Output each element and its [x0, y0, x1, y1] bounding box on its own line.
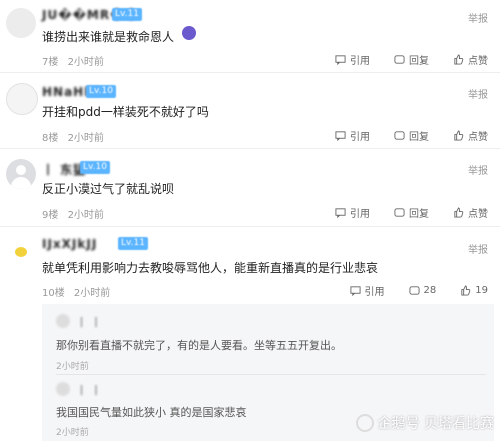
floor-number: 8楼 [42, 133, 59, 144]
floor-number: 7楼 [42, 57, 59, 68]
action-bar: 引用 回复 点赞 [335, 52, 488, 67]
like-label: 点赞 [468, 56, 488, 67]
level-badge: Lv.11 [118, 237, 148, 250]
avatar[interactable] [6, 83, 38, 115]
like-button[interactable]: 点赞 [453, 205, 488, 220]
timestamp: 2小时前 [67, 57, 104, 68]
quote-button[interactable]: 引用 [335, 128, 370, 143]
comment-meta: 8楼 2小时前 [42, 129, 110, 144]
comment-meta: 7楼 2小时前 [42, 53, 110, 68]
comment-meta: 9楼 2小时前 [42, 206, 110, 221]
username[interactable]: IJxXJkJJ [42, 237, 97, 251]
reply-timestamp: 2小时前 [56, 428, 89, 438]
reply-icon [394, 208, 405, 217]
level-badge: Lv.11 [112, 8, 142, 21]
reply-avatar[interactable] [56, 314, 70, 328]
comment-text: 谁捞出来谁就是救命恩人 [42, 30, 175, 44]
watermark: 企鹅号 贝塔看比赛 [355, 413, 494, 433]
avatar[interactable] [6, 8, 36, 38]
like-button[interactable]: 点赞 [453, 52, 488, 67]
quote-label: 引用 [350, 56, 370, 67]
quote-label: 引用 [350, 132, 370, 143]
reply-divider [56, 374, 486, 375]
quote-label: 引用 [350, 209, 370, 220]
comment-text: 开挂和pdd一样装死不就好了吗 [42, 105, 209, 119]
quote-button[interactable]: 引用 [349, 283, 385, 298]
comment-text: 反正小漠过气了就乱说呗 [42, 182, 175, 196]
reply-button[interactable]: 28 [408, 283, 437, 298]
reply-count: 28 [423, 285, 437, 296]
level-badge: Lv.10 [86, 85, 116, 98]
action-bar: 引用 回复 点赞 [335, 205, 488, 220]
like-button[interactable]: 19 [460, 283, 488, 298]
watermark-text: 企鹅号 贝塔看比赛 [377, 416, 494, 432]
reply-username[interactable]: 丨 丨 [76, 314, 102, 330]
floor-number: 9楼 [42, 210, 59, 221]
report-button[interactable]: 举报 [468, 241, 488, 256]
timestamp: 2小时前 [67, 133, 104, 144]
floor-number: 10楼 [42, 288, 65, 299]
thumbs-up-icon [454, 207, 464, 218]
reply-avatar[interactable] [56, 382, 70, 396]
reply-text: 那你别看直播不就完了，有的是人要看。坐等五五开复出。 [56, 339, 342, 352]
reply-label: 回复 [409, 209, 429, 220]
quote-icon [335, 208, 346, 218]
comment-3: 丨 东猛 Lv.10 举报 反正小漠过气了就乱说呗 9楼 2小时前 引用 回复 … [0, 149, 500, 226]
avatar[interactable] [6, 235, 36, 265]
comment-meta: 10楼 2小时前 [42, 284, 116, 299]
like-button[interactable]: 点赞 [453, 128, 488, 143]
like-label: 点赞 [468, 132, 488, 143]
emoji-icon [182, 26, 196, 40]
reply-icon [408, 286, 420, 295]
report-button[interactable]: 举报 [468, 162, 488, 177]
thumbs-up-icon [461, 285, 471, 296]
reply-label: 回复 [409, 132, 429, 143]
reply-timestamp: 2小时前 [56, 362, 89, 372]
reply-icon [394, 131, 405, 140]
avatar[interactable] [6, 159, 36, 189]
quote-button[interactable]: 引用 [335, 205, 370, 220]
level-badge: Lv.10 [80, 161, 110, 174]
comment-1: JU��MR�� Lv.11 举报 谁捞出来谁就是救命恩人 7楼 2小时前 引用… [0, 0, 500, 72]
reply-label: 回复 [409, 56, 429, 67]
reply-button[interactable]: 回复 [394, 128, 429, 143]
action-bar: 引用 回复 点赞 [335, 128, 488, 143]
thumbs-up-icon [454, 130, 464, 141]
reply-text: 我国国民气量如此狭小 真的是国家悲哀 [56, 406, 247, 419]
default-avatar-icon [16, 165, 26, 175]
like-count: 19 [475, 285, 488, 296]
reply-button[interactable]: 回复 [394, 52, 429, 67]
reply-icon [394, 55, 405, 64]
quote-icon [335, 131, 346, 141]
like-label: 点赞 [468, 209, 488, 220]
quote-label: 引用 [364, 287, 385, 298]
report-button[interactable]: 举报 [468, 86, 488, 101]
penguin-logo-icon [355, 414, 374, 432]
comment-text: 就单凭利用影响力去教唆辱骂他人，能重新直播真的是行业悲哀 [42, 261, 379, 275]
thumbs-up-icon [454, 54, 464, 65]
quote-icon [349, 286, 361, 296]
action-bar: 引用 28 19 [349, 283, 488, 298]
report-button[interactable]: 举报 [468, 10, 488, 25]
quote-icon [335, 55, 346, 65]
quote-button[interactable]: 引用 [335, 52, 370, 67]
reply-button[interactable]: 回复 [394, 205, 429, 220]
reply-username[interactable]: 丨 丨 [76, 382, 102, 398]
timestamp: 2小时前 [67, 210, 104, 221]
comment-2: HNaHlll Lv.10 举报 开挂和pdd一样装死不就好了吗 8楼 2小时前… [0, 73, 500, 148]
timestamp: 2小时前 [73, 288, 111, 299]
emoji-avatar-icon [15, 247, 27, 257]
